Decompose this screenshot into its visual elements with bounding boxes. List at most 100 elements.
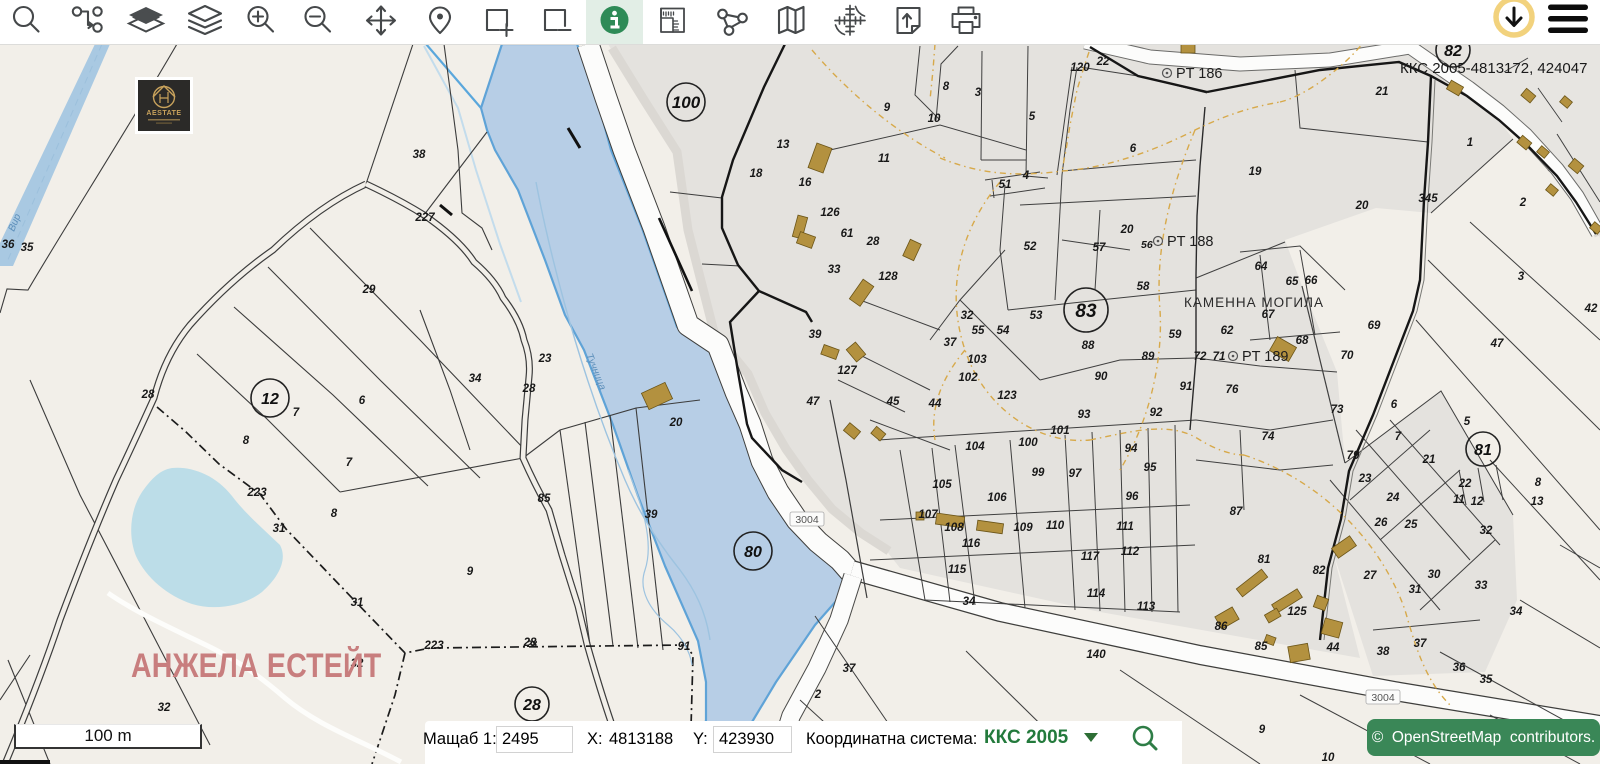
svg-text:6: 6 — [1130, 143, 1137, 155]
svg-text:55: 55 — [972, 325, 985, 337]
svg-text:67: 67 — [1262, 309, 1275, 321]
svg-text:52: 52 — [1024, 241, 1037, 253]
svg-text:223: 223 — [423, 640, 444, 652]
svg-text:227: 227 — [414, 212, 435, 224]
svg-text:114: 114 — [1087, 588, 1106, 600]
svg-text:PT 186: PT 186 — [1176, 66, 1223, 82]
svg-text:13: 13 — [777, 139, 790, 151]
svg-text:108: 108 — [944, 522, 964, 534]
svg-text:345: 345 — [1418, 193, 1438, 205]
svg-text:128: 128 — [878, 271, 898, 283]
svg-text:37: 37 — [843, 663, 856, 675]
svg-text:106: 106 — [987, 492, 1007, 504]
svg-text:28: 28 — [522, 697, 541, 714]
svg-text:35: 35 — [1480, 674, 1493, 686]
svg-text:70: 70 — [1341, 350, 1354, 362]
svg-text:11: 11 — [878, 153, 890, 165]
svg-text:69: 69 — [1368, 320, 1381, 332]
svg-text:8: 8 — [1535, 477, 1542, 489]
svg-text:3004: 3004 — [795, 514, 819, 526]
svg-text:100: 100 — [1018, 437, 1038, 449]
svg-text:1: 1 — [1467, 137, 1473, 149]
svg-text:8: 8 — [331, 508, 338, 520]
svg-text:107: 107 — [918, 509, 938, 521]
svg-text:6: 6 — [359, 395, 366, 407]
svg-text:103: 103 — [967, 354, 987, 366]
svg-text:31: 31 — [351, 597, 364, 609]
svg-text:105: 105 — [932, 479, 952, 491]
svg-text:20: 20 — [1355, 200, 1369, 212]
svg-text:33: 33 — [828, 264, 841, 276]
svg-text:28: 28 — [866, 236, 880, 248]
svg-text:62: 62 — [1221, 325, 1234, 337]
svg-text:4: 4 — [1022, 170, 1030, 182]
svg-text:7: 7 — [293, 407, 300, 419]
svg-text:85: 85 — [1255, 641, 1268, 653]
svg-text:68: 68 — [1296, 335, 1309, 347]
svg-text:22: 22 — [1458, 478, 1472, 490]
svg-text:104: 104 — [965, 441, 985, 453]
svg-text:9: 9 — [884, 102, 891, 114]
svg-text:82: 82 — [1444, 44, 1462, 60]
svg-text:100: 100 — [672, 93, 701, 112]
svg-text:93: 93 — [1078, 409, 1091, 421]
svg-text:97: 97 — [1069, 468, 1082, 480]
svg-text:47: 47 — [806, 396, 820, 408]
svg-text:22: 22 — [1096, 56, 1110, 68]
svg-text:30: 30 — [1428, 569, 1441, 581]
svg-text:39: 39 — [645, 509, 658, 521]
svg-text:57: 57 — [1093, 242, 1106, 254]
svg-text:2: 2 — [1519, 197, 1527, 209]
svg-text:КАМЕННА МОГИЛА: КАМЕННА МОГИЛА — [1184, 295, 1324, 310]
svg-text:5: 5 — [1029, 111, 1036, 123]
svg-text:35: 35 — [21, 242, 34, 254]
svg-text:36: 36 — [2, 239, 15, 251]
svg-text:110: 110 — [1046, 520, 1065, 532]
svg-text:56: 56 — [1141, 239, 1153, 251]
svg-text:80: 80 — [744, 544, 762, 561]
svg-text:126: 126 — [820, 207, 840, 219]
svg-text:36: 36 — [1453, 662, 1466, 674]
svg-text:8: 8 — [943, 81, 950, 93]
svg-text:102: 102 — [958, 372, 978, 384]
svg-text:34: 34 — [1510, 606, 1523, 618]
svg-text:44: 44 — [1326, 642, 1340, 654]
svg-text:120: 120 — [1070, 62, 1090, 74]
svg-text:94: 94 — [1125, 443, 1138, 455]
svg-text:11: 11 — [1453, 494, 1465, 506]
svg-text:10: 10 — [928, 113, 941, 125]
svg-text:PT 189: PT 189 — [1242, 349, 1289, 365]
svg-text:38: 38 — [413, 149, 426, 161]
svg-text:72: 72 — [1194, 351, 1207, 363]
svg-text:31: 31 — [273, 523, 286, 535]
svg-text:20: 20 — [669, 417, 683, 429]
svg-text:23: 23 — [1358, 473, 1372, 485]
svg-text:140: 140 — [1086, 649, 1106, 661]
svg-text:39: 39 — [809, 329, 822, 341]
svg-text:90: 90 — [1095, 371, 1108, 383]
svg-text:24: 24 — [1386, 492, 1400, 504]
svg-text:83: 83 — [1075, 301, 1097, 322]
svg-text:54: 54 — [997, 325, 1010, 337]
svg-text:32: 32 — [158, 702, 171, 714]
svg-text:89: 89 — [1142, 351, 1155, 363]
svg-text:19: 19 — [1249, 166, 1262, 178]
svg-text:58: 58 — [1137, 281, 1150, 293]
svg-text:12: 12 — [261, 391, 279, 408]
svg-text:6: 6 — [1391, 399, 1398, 411]
svg-text:28: 28 — [141, 389, 155, 401]
svg-text:PT 188: PT 188 — [1167, 234, 1214, 250]
svg-text:125: 125 — [1287, 606, 1307, 618]
svg-text:115: 115 — [948, 564, 967, 576]
svg-text:38: 38 — [1377, 646, 1390, 658]
svg-text:71: 71 — [1213, 351, 1226, 363]
svg-text:81: 81 — [1258, 554, 1271, 566]
svg-text:33: 33 — [1475, 580, 1488, 592]
svg-text:27: 27 — [1363, 570, 1377, 582]
svg-text:42: 42 — [1584, 303, 1598, 315]
svg-text:82: 82 — [1313, 565, 1326, 577]
svg-text:5: 5 — [1464, 416, 1471, 428]
svg-text:91: 91 — [1180, 381, 1193, 393]
svg-text:26: 26 — [1374, 517, 1388, 529]
svg-text:81: 81 — [1474, 442, 1492, 459]
